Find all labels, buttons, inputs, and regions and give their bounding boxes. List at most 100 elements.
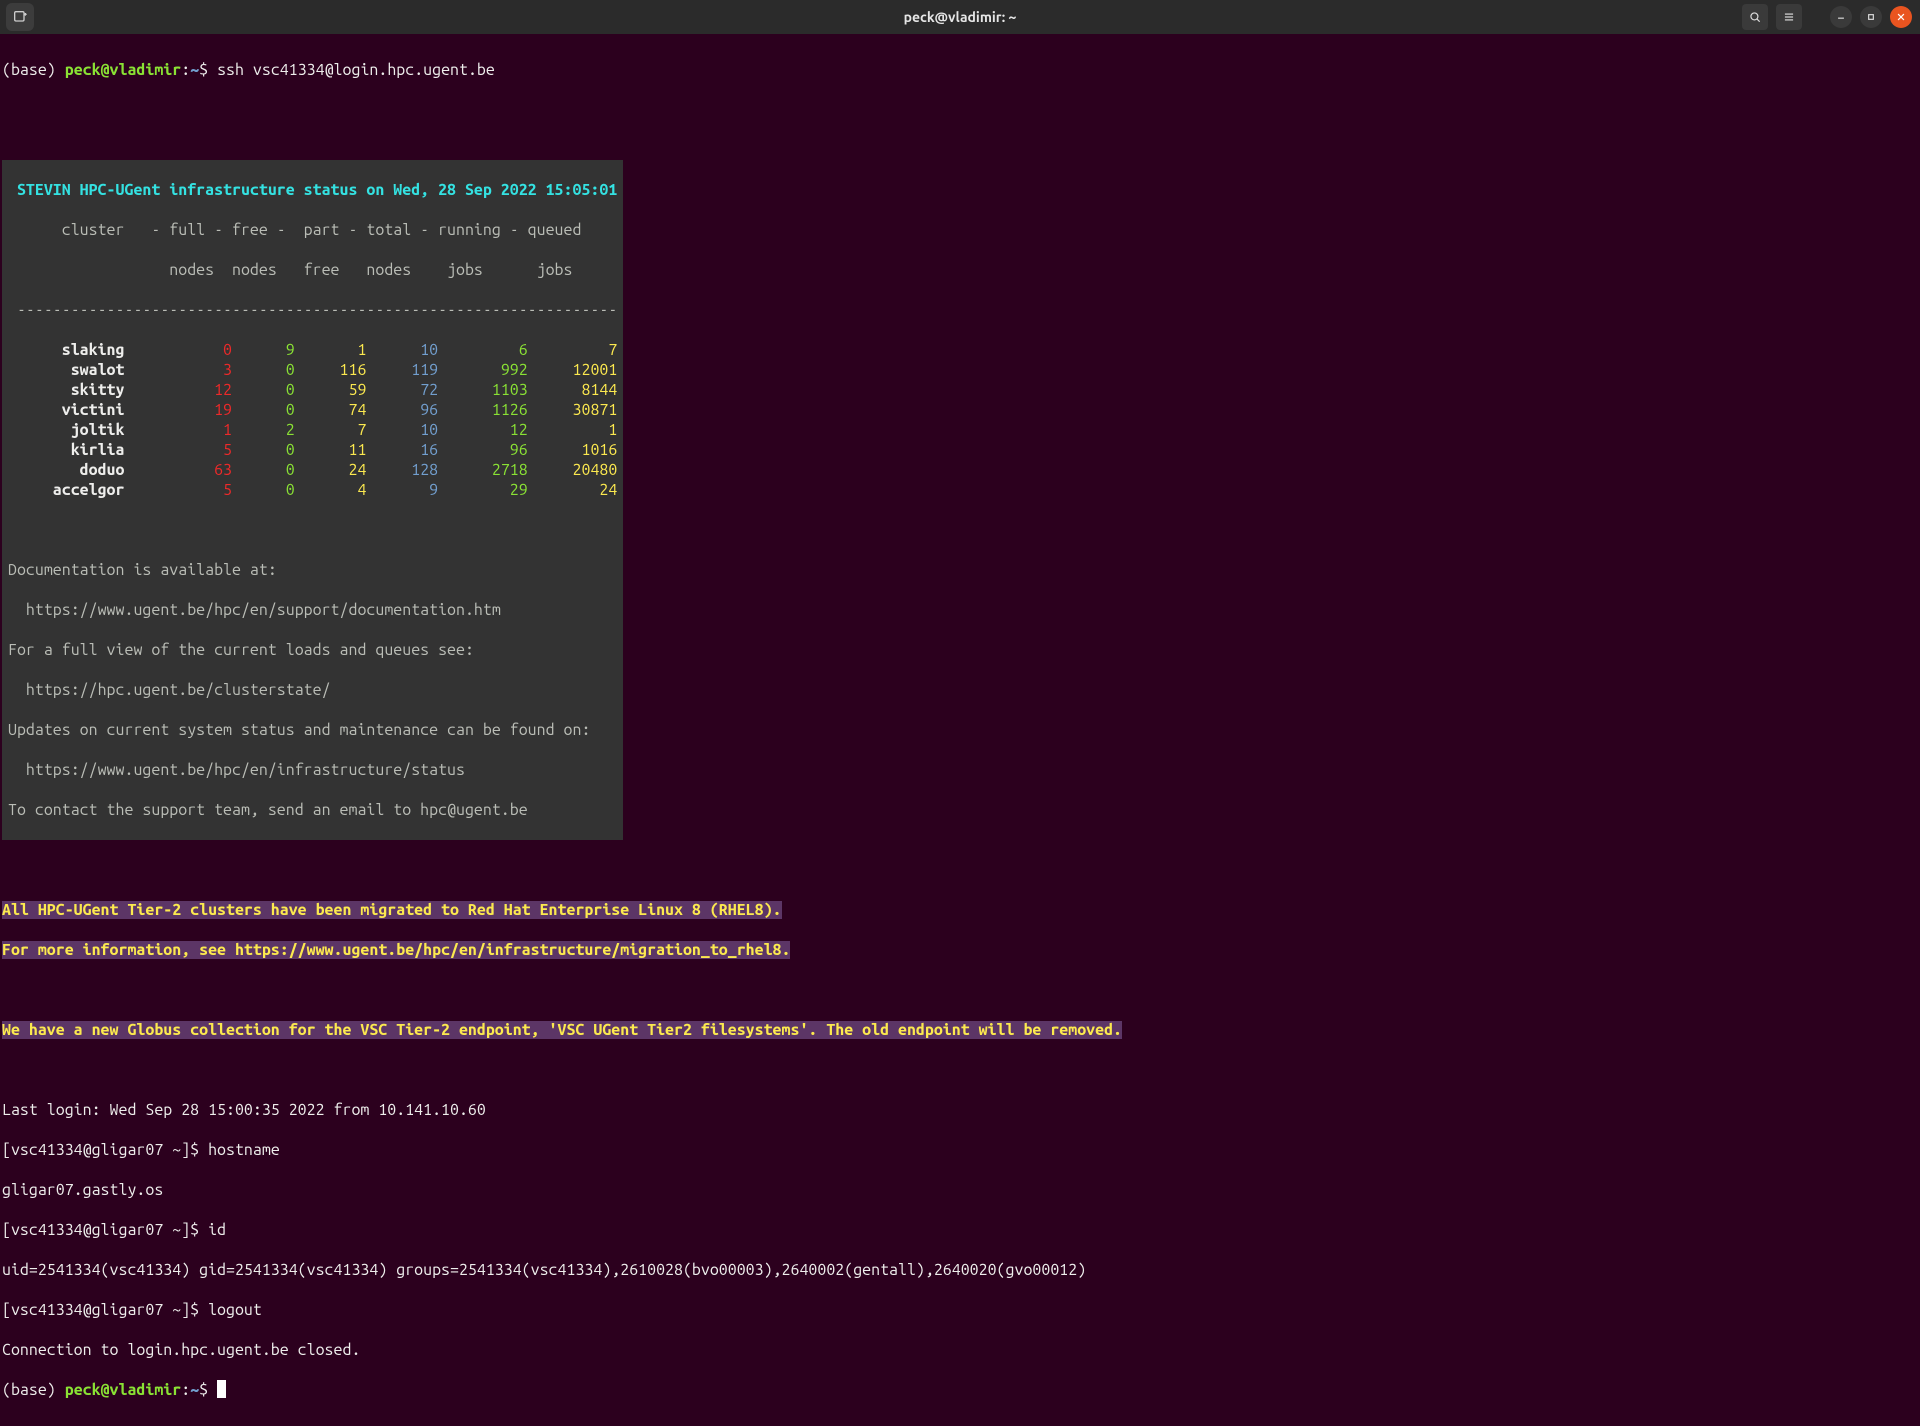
motd-doc: Updates on current system status and mai… (8, 720, 617, 740)
full-nodes: 3 (124, 361, 232, 379)
free-nodes: 0 (232, 381, 295, 399)
part-free: 59 (295, 381, 367, 399)
motd-doc: For a full view of the current loads and… (8, 640, 617, 660)
motd-doc: To contact the support team, send an ema… (8, 800, 617, 820)
running-jobs: 12 (438, 421, 528, 439)
queued-jobs: 30871 (528, 401, 618, 419)
total-nodes: 128 (366, 461, 438, 479)
cwd: ~ (190, 1381, 199, 1399)
search-button[interactable] (1742, 4, 1768, 30)
running-jobs: 1126 (438, 401, 528, 419)
cursor (217, 1380, 226, 1398)
cmd-logout: logout (208, 1301, 262, 1319)
total-nodes: 119 (366, 361, 438, 379)
cluster-row: swalot 3 0 116 119 992 12001 (8, 360, 617, 380)
cluster-row: skitty 12 0 59 72 1103 8144 (8, 380, 617, 400)
user-host: peck@vladimir (65, 61, 181, 79)
motd-separator: ----------------------------------------… (8, 300, 617, 320)
free-nodes: 0 (232, 481, 295, 499)
running-jobs: 992 (438, 361, 528, 379)
motd-box: STEVIN HPC-UGent infrastructure status o… (2, 160, 623, 840)
full-nodes: 0 (124, 341, 232, 359)
part-free: 116 (295, 361, 367, 379)
cluster-row: doduo 63 0 24 128 2718 20480 (8, 460, 617, 480)
free-nodes: 0 (232, 361, 295, 379)
free-nodes: 2 (232, 421, 295, 439)
motd-columns: cluster - full - free - part - total - r… (8, 220, 617, 240)
notice-rhel8: For more information, see https://www.ug… (2, 941, 790, 959)
cluster-name: doduo (8, 461, 124, 479)
cluster-name: slaking (8, 341, 124, 359)
minimize-button[interactable] (1830, 6, 1852, 28)
total-nodes: 16 (366, 441, 438, 459)
remote-prompt: [vsc41334@gligar07 ~]$ (2, 1301, 208, 1319)
cmd-id: id (208, 1221, 226, 1239)
full-nodes: 19 (124, 401, 232, 419)
running-jobs: 2718 (438, 461, 528, 479)
last-login: Last login: Wed Sep 28 15:00:35 2022 fro… (2, 1100, 1918, 1120)
part-free: 7 (295, 421, 367, 439)
remote-prompt: [vsc41334@gligar07 ~]$ (2, 1141, 208, 1159)
free-nodes: 9 (232, 341, 295, 359)
cluster-row: victini 19 0 74 96 1126 30871 (8, 400, 617, 420)
cluster-name: accelgor (8, 481, 124, 499)
queued-jobs: 24 (528, 481, 618, 499)
queued-jobs: 12001 (528, 361, 618, 379)
cluster-row: joltik 1 2 7 10 12 1 (8, 420, 617, 440)
part-free: 24 (295, 461, 367, 479)
full-nodes: 12 (124, 381, 232, 399)
running-jobs: 6 (438, 341, 528, 359)
new-tab-button[interactable] (6, 3, 34, 31)
notice-rhel8: All HPC-UGent Tier-2 clusters have been … (2, 901, 782, 919)
part-free: 4 (295, 481, 367, 499)
full-nodes: 1 (124, 421, 232, 439)
running-jobs: 1103 (438, 381, 528, 399)
remote-prompt: [vsc41334@gligar07 ~]$ (2, 1221, 208, 1239)
menu-button[interactable] (1776, 4, 1802, 30)
queued-jobs: 7 (528, 341, 618, 359)
cwd: ~ (190, 61, 199, 79)
motd-doc: Documentation is available at: (8, 560, 617, 580)
running-jobs: 29 (438, 481, 528, 499)
motd-doc: https://www.ugent.be/hpc/en/support/docu… (8, 600, 617, 620)
total-nodes: 9 (366, 481, 438, 499)
motd-doc: https://hpc.ugent.be/clusterstate/ (8, 680, 617, 700)
queued-jobs: 1 (528, 421, 618, 439)
full-nodes: 5 (124, 481, 232, 499)
total-nodes: 10 (366, 421, 438, 439)
queued-jobs: 8144 (528, 381, 618, 399)
full-nodes: 5 (124, 441, 232, 459)
cluster-name: joltik (8, 421, 124, 439)
notice-globus: We have a new Globus collection for the … (2, 1021, 1122, 1039)
free-nodes: 0 (232, 401, 295, 419)
hostname-output: gligar07.gastly.os (2, 1180, 1918, 1200)
total-nodes: 72 (366, 381, 438, 399)
user-host: peck@vladimir (65, 1381, 181, 1399)
queued-jobs: 20480 (528, 461, 618, 479)
cluster-name: swalot (8, 361, 124, 379)
queued-jobs: 1016 (528, 441, 618, 459)
maximize-button[interactable] (1860, 6, 1882, 28)
total-nodes: 10 (366, 341, 438, 359)
prompt-line: (base) peck@vladimir:~$ ssh vsc41334@log… (2, 60, 1918, 80)
id-output: uid=2541334(vsc41334) gid=2541334(vsc413… (2, 1260, 1918, 1280)
close-button[interactable] (1890, 6, 1912, 28)
cluster-row: accelgor 5 0 4 9 29 24 (8, 480, 617, 500)
connection-closed: Connection to login.hpc.ugent.be closed. (2, 1340, 1918, 1360)
cluster-name: kirlia (8, 441, 124, 459)
terminal-viewport[interactable]: (base) peck@vladimir:~$ ssh vsc41334@log… (0, 34, 1920, 1426)
part-free: 74 (295, 401, 367, 419)
window-title: peck@vladimir: ~ (0, 9, 1920, 25)
cluster-row: slaking 0 9 1 10 6 7 (8, 340, 617, 360)
free-nodes: 0 (232, 441, 295, 459)
conda-env: (base) (2, 1381, 65, 1399)
ssh-command: ssh vsc41334@login.hpc.ugent.be (217, 61, 495, 79)
titlebar: peck@vladimir: ~ (0, 0, 1920, 34)
free-nodes: 0 (232, 461, 295, 479)
total-nodes: 96 (366, 401, 438, 419)
cluster-row: kirlia 5 0 11 16 96 1016 (8, 440, 617, 460)
prompt-line: (base) peck@vladimir:~$ (2, 1380, 1918, 1400)
conda-env: (base) (2, 61, 65, 79)
cmd-hostname: hostname (208, 1141, 280, 1159)
part-free: 11 (295, 441, 367, 459)
